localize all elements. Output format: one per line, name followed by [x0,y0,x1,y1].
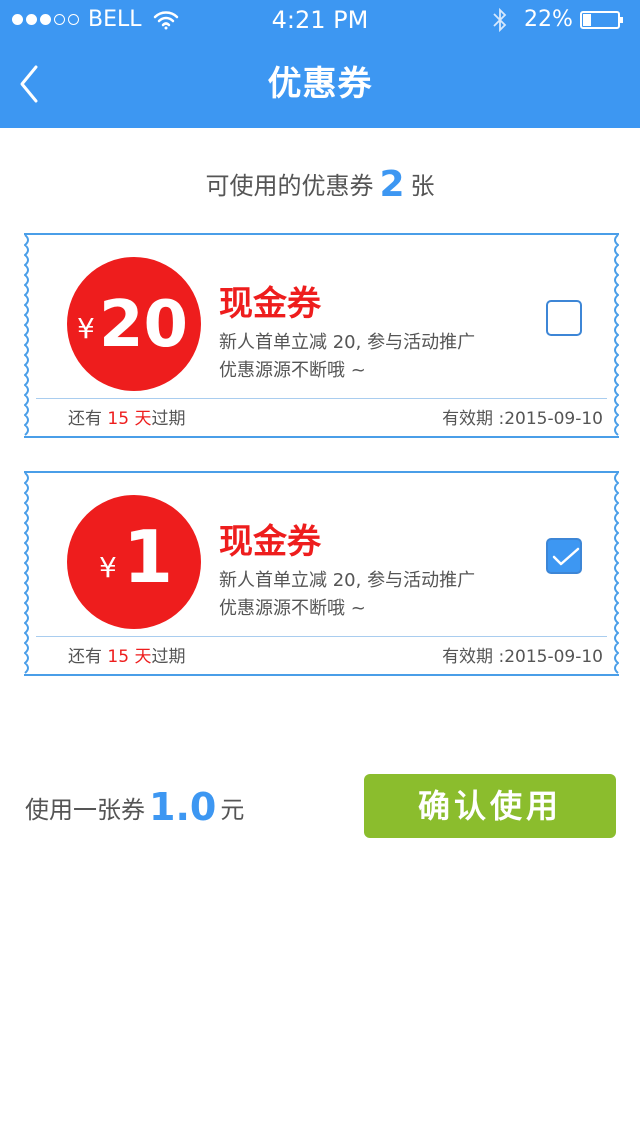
app-header: BELL 4:21 PM 22% 优惠券 [0,0,640,128]
coupon-name: 现金券 [219,284,321,324]
coupon-checkbox[interactable] [546,300,582,336]
expiry-days: 15 天 [107,409,152,429]
expiry-countdown: 还有 15 天过期 [68,645,185,669]
coupon-divider [36,636,607,637]
expiry-countdown: 还有 15 天过期 [68,407,185,431]
coupon-divider [36,398,607,399]
coupon-description: 新人首单立减 20, 参与活动推广 [219,570,476,591]
battery-icon [580,11,623,29]
usage-prefix: 使用一张券 [25,796,145,824]
expiry-prefix: 还有 [68,647,102,667]
coupon-card[interactable]: ¥ 20 现金券 新人首单立减 20, 参与活动推广 优惠源源不断哦 ~ 还有 … [24,233,619,438]
navigation-bar: 优惠券 [0,40,640,128]
expiry-suffix: 过期 [151,647,186,667]
coupon-count: 2 [379,164,405,205]
coupon-checkbox[interactable] [546,538,582,574]
coupon-description: 新人首单立减 20, 参与活动推广 [219,332,476,353]
usage-suffix: 元 [220,796,245,824]
coupon-edge [614,473,619,674]
currency-symbol: ¥ [77,312,95,345]
summary-suffix: 张 [410,172,435,200]
usage-summary: 使用一张券 1.0 元 [25,782,244,835]
confirm-use-button[interactable]: 确认使用 [364,774,616,838]
available-coupons-summary: 可使用的优惠券 2 张 [0,163,640,208]
currency-symbol: ¥ [99,551,117,584]
coupon-note: 优惠源源不断哦 ~ [219,598,366,619]
usage-amount: 1.0 [149,785,217,829]
coupon-amount: 20 [99,288,189,362]
coupon-card[interactable]: ¥ 1 现金券 新人首单立减 20, 参与活动推广 优惠源源不断哦 ~ 还有 1… [24,471,619,676]
coupon-edge [614,235,619,436]
coupon-amount-badge: ¥ 20 [67,257,201,391]
expiry-suffix: 过期 [151,409,186,429]
coupon-edge [24,235,29,436]
coupon-edge [24,473,29,674]
bluetooth-icon [493,7,507,33]
coupon-amount-badge: ¥ 1 [67,495,201,629]
status-bar: BELL 4:21 PM 22% [0,0,640,40]
coupon-amount: 1 [123,515,174,599]
expiry-prefix: 还有 [68,409,102,429]
coupon-name: 现金券 [219,522,321,562]
page-title: 优惠券 [267,64,373,104]
coupon-note: 优惠源源不断哦 ~ [219,360,366,381]
valid-until: 有效期 :2015-09-10 [442,409,603,429]
valid-until: 有效期 :2015-09-10 [442,647,603,667]
battery-percent: 22% [524,7,573,32]
summary-prefix: 可使用的优惠券 [205,172,374,200]
expiry-days: 15 天 [107,647,152,667]
checkmark-icon [552,547,580,566]
